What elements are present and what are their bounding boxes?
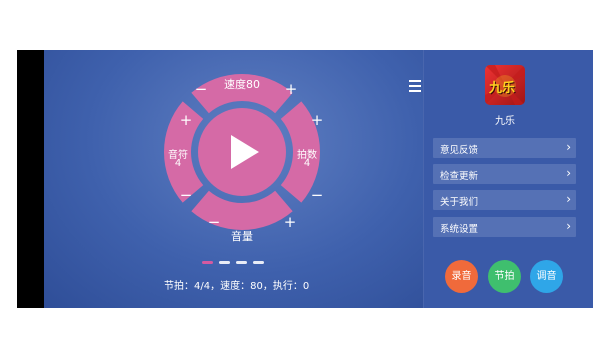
pager-dot[interactable] [253, 261, 264, 264]
app-name: 九乐 [495, 116, 515, 127]
record-button[interactable]: 录音 [445, 260, 478, 293]
app-logo: 九乐 [485, 65, 525, 105]
menu-item-check-update[interactable]: 检查更新 › [433, 164, 576, 184]
menu-icon[interactable] [409, 80, 421, 92]
note-decrease-button[interactable]: − [179, 188, 193, 203]
speed-label: 速度80 [224, 78, 260, 91]
metronome-button[interactable]: 节拍 [488, 260, 521, 293]
menu-item-system-settings[interactable]: 系统设置 › [433, 217, 576, 237]
volume-label: 音量 [231, 230, 253, 243]
speed-increase-button[interactable]: + [284, 82, 298, 97]
note-value: 4 [174, 158, 182, 169]
speed-decrease-button[interactable]: − [194, 82, 208, 97]
menu-item-feedback[interactable]: 意见反馈 › [433, 138, 576, 158]
chevron-right-icon: › [566, 192, 571, 206]
menu-item-label: 系统设置 [440, 224, 479, 235]
menu-item-label: 检查更新 [440, 171, 479, 182]
side-panel: 九乐 九乐 意见反馈 › 检查更新 › 关于我们 › 系统设置 › 录音 节拍 … [423, 50, 593, 308]
pager-dot[interactable] [236, 261, 247, 264]
menu-item-about-us[interactable]: 关于我们 › [433, 190, 576, 210]
menu-item-label: 关于我们 [440, 197, 479, 208]
pager-dot-active[interactable] [202, 261, 213, 264]
volume-decrease-button[interactable]: − [207, 215, 221, 230]
tuner-button[interactable]: 调音 [530, 260, 563, 293]
chevron-right-icon: › [566, 219, 571, 233]
note-increase-button[interactable]: + [179, 113, 193, 128]
status-line: 节拍：4/4，速度：80，执行：0 [164, 281, 310, 292]
beats-increase-button[interactable]: + [310, 113, 324, 128]
volume-increase-button[interactable]: + [283, 215, 297, 230]
beats-value: 4 [303, 158, 311, 169]
pager-dot[interactable] [219, 261, 230, 264]
logo-text: 九乐 [489, 81, 516, 96]
left-black-bar [17, 50, 44, 308]
menu-item-label: 意见反馈 [440, 145, 479, 156]
chevron-right-icon: › [566, 166, 571, 180]
beats-decrease-button[interactable]: − [310, 188, 324, 203]
chevron-right-icon: › [566, 140, 571, 154]
app-window: 速度80 − + + 音符 4 − + 拍数 4 − − 音量 + 节拍：4/4… [17, 50, 593, 308]
metronome-main-area: 速度80 − + + 音符 4 − + 拍数 4 − − 音量 + 节拍：4/4… [44, 50, 450, 308]
